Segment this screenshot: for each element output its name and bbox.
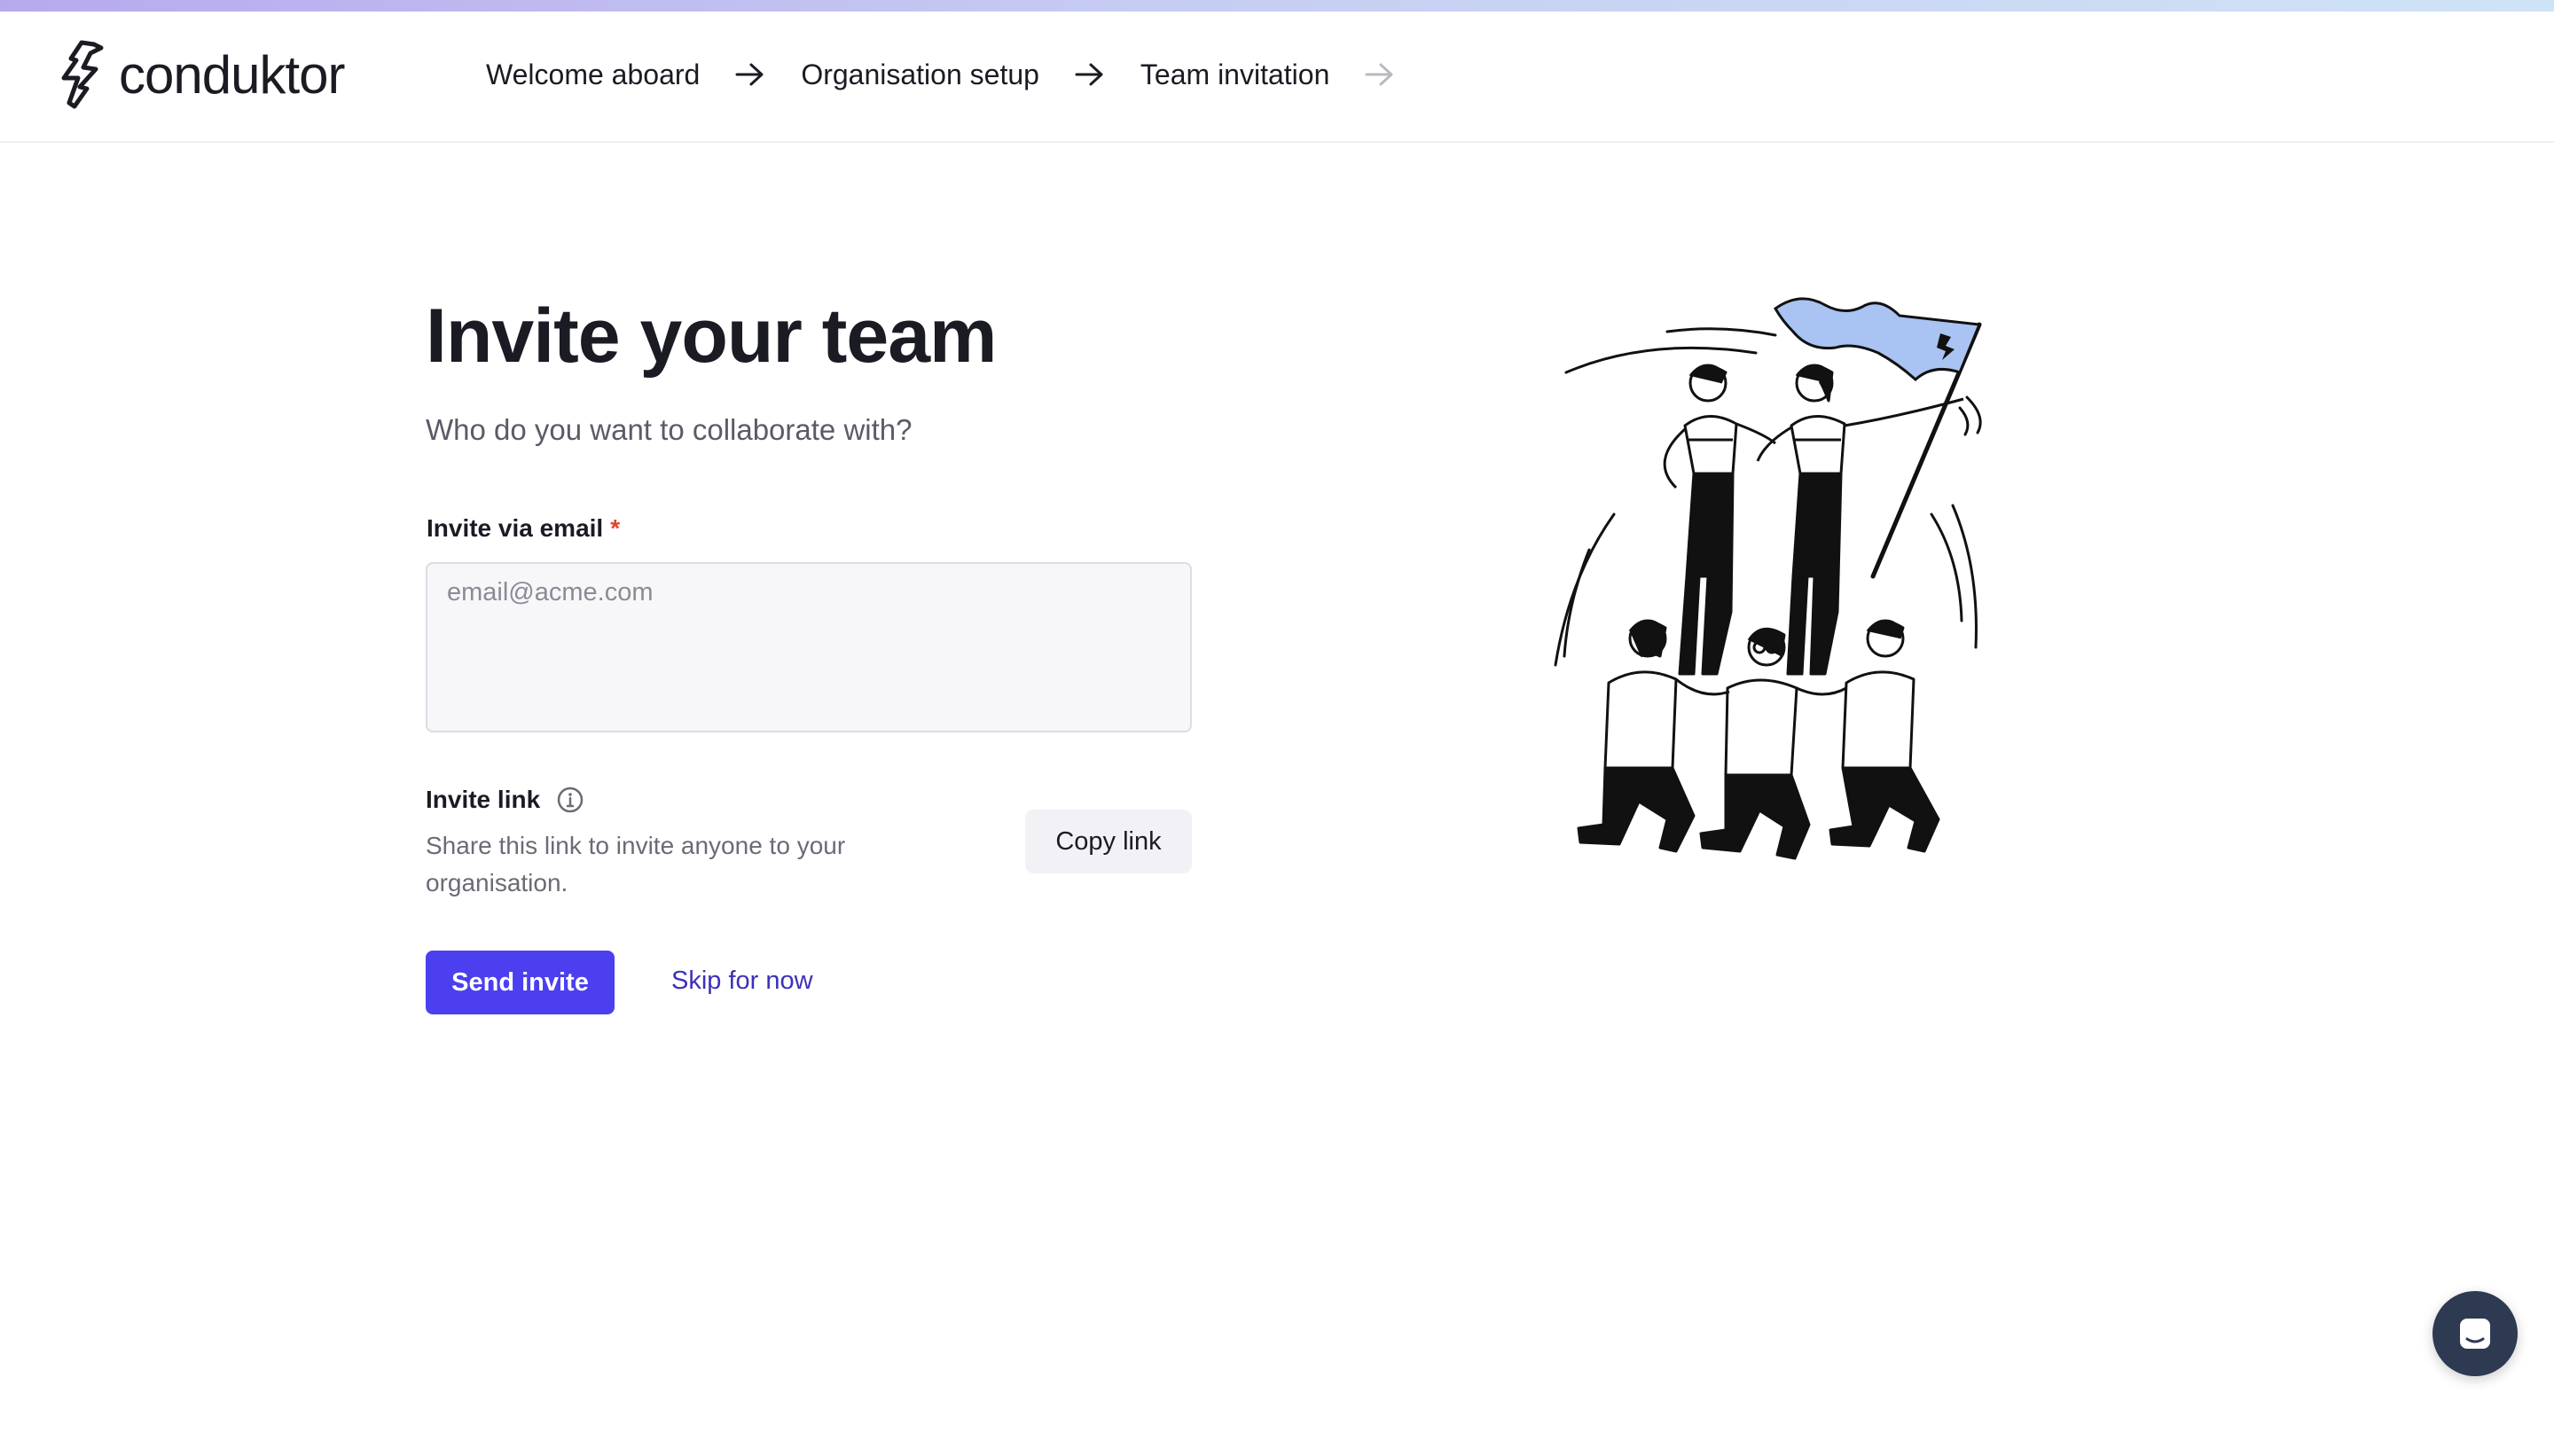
send-invite-button[interactable]: Send invite: [426, 951, 615, 1014]
brand-logo[interactable]: conduktor: [55, 35, 345, 114]
info-icon[interactable]: [556, 786, 584, 814]
breadcrumb-team-invitation[interactable]: Team invitation: [1140, 59, 1329, 91]
onboarding-breadcrumb: Welcome aboard Organisation setup Team i…: [486, 51, 1430, 98]
breadcrumb-organisation-setup[interactable]: Organisation setup: [801, 59, 1039, 91]
team-illustration: [1554, 297, 1982, 860]
invite-link-description: Share this link to invite anyone to your…: [426, 832, 846, 896]
invite-link-label: Invite link: [426, 786, 584, 814]
top-header: conduktor Welcome aboard Organisation se…: [0, 12, 2554, 143]
arrow-right-icon: [1365, 63, 1393, 86]
email-label-text: Invite via email: [427, 514, 604, 542]
breadcrumb-welcome-aboard[interactable]: Welcome aboard: [486, 59, 700, 91]
invite-email-field[interactable]: [426, 562, 1192, 732]
skip-for-now-link[interactable]: Skip for now: [671, 967, 813, 996]
copy-link-button[interactable]: Copy link: [1025, 810, 1192, 873]
page-title: Invite your team: [426, 294, 998, 379]
top-gradient-bar: [0, 0, 2554, 12]
required-marker: *: [610, 514, 621, 542]
brand-name: conduktor: [119, 44, 345, 105]
invite-link-label-text: Invite link: [426, 786, 541, 813]
email-field-label: Invite via email *: [427, 514, 620, 543]
chat-icon: [2460, 1319, 2490, 1349]
page-subtitle: Who do you want to collaborate with?: [426, 413, 913, 446]
arrow-right-icon: [1075, 63, 1103, 86]
conduktor-logo-icon: [61, 40, 104, 109]
arrow-right-icon: [735, 63, 764, 86]
support-chat-button[interactable]: [2433, 1291, 2518, 1376]
